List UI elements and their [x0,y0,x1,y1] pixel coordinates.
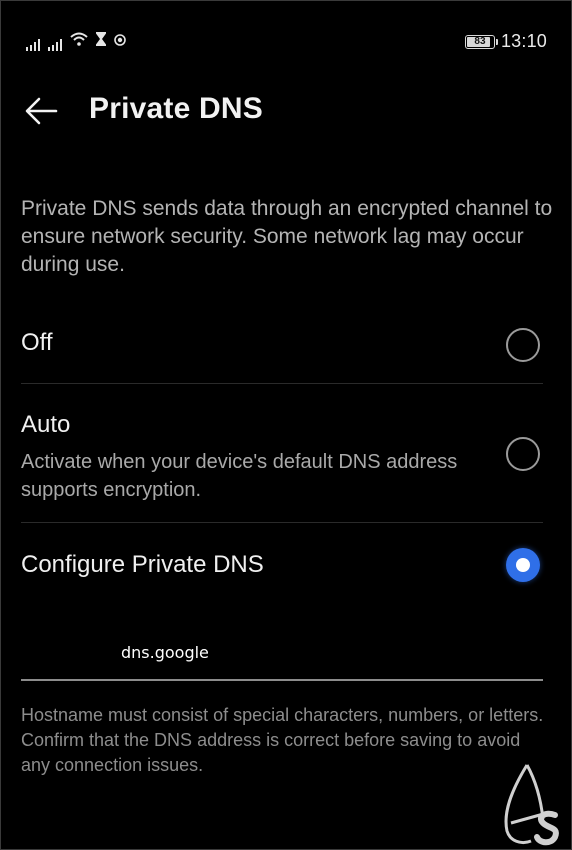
input-underline [21,679,543,681]
hostname-value[interactable]: dns.google [121,643,209,662]
status-icons-right: 83 13:10 [464,31,547,52]
status-bar: 83 13:10 [1,29,571,59]
option-auto-subtitle: Activate when your device's default DNS … [21,451,458,501]
battery-level: 83 [474,35,486,47]
option-off-radio[interactable] [506,328,540,362]
back-button[interactable] [21,93,61,129]
option-auto-radio[interactable] [506,437,540,471]
status-icons-left [26,32,126,51]
signal-icon [26,37,40,51]
watermark-logo [497,761,567,847]
option-configure-label: Configure Private DNS [21,551,264,578]
phone-screen: 83 13:10 Private DNS Private DNS sends d… [0,0,572,850]
signal-icon-2 [48,37,62,51]
battery-nub [495,38,498,45]
hourglass-icon [96,32,106,51]
option-auto[interactable]: Auto Activate when your device's default… [1,401,571,511]
option-off[interactable]: Off [1,319,571,379]
option-auto-label: Auto [21,411,71,438]
wifi-icon [70,32,88,51]
description-text: Private DNS sends data through an encryp… [21,197,553,276]
option-off-label: Off [21,329,53,356]
clock: 13:10 [500,31,547,51]
hostname-hint: Hostname must consist of special charact… [21,705,544,775]
location-dot-icon [114,33,126,51]
page-title: Private DNS [89,92,263,125]
option-configure-private-dns[interactable]: Configure Private DNS [1,541,571,601]
divider [21,522,543,523]
battery-icon: 83 [464,34,498,49]
app-header: Private DNS [1,85,571,137]
arrow-back-icon [25,97,58,125]
radio-selected-dot [516,558,530,572]
option-configure-radio[interactable] [506,548,540,582]
divider [21,383,543,384]
hostname-input[interactable]: dns.google [21,637,543,681]
